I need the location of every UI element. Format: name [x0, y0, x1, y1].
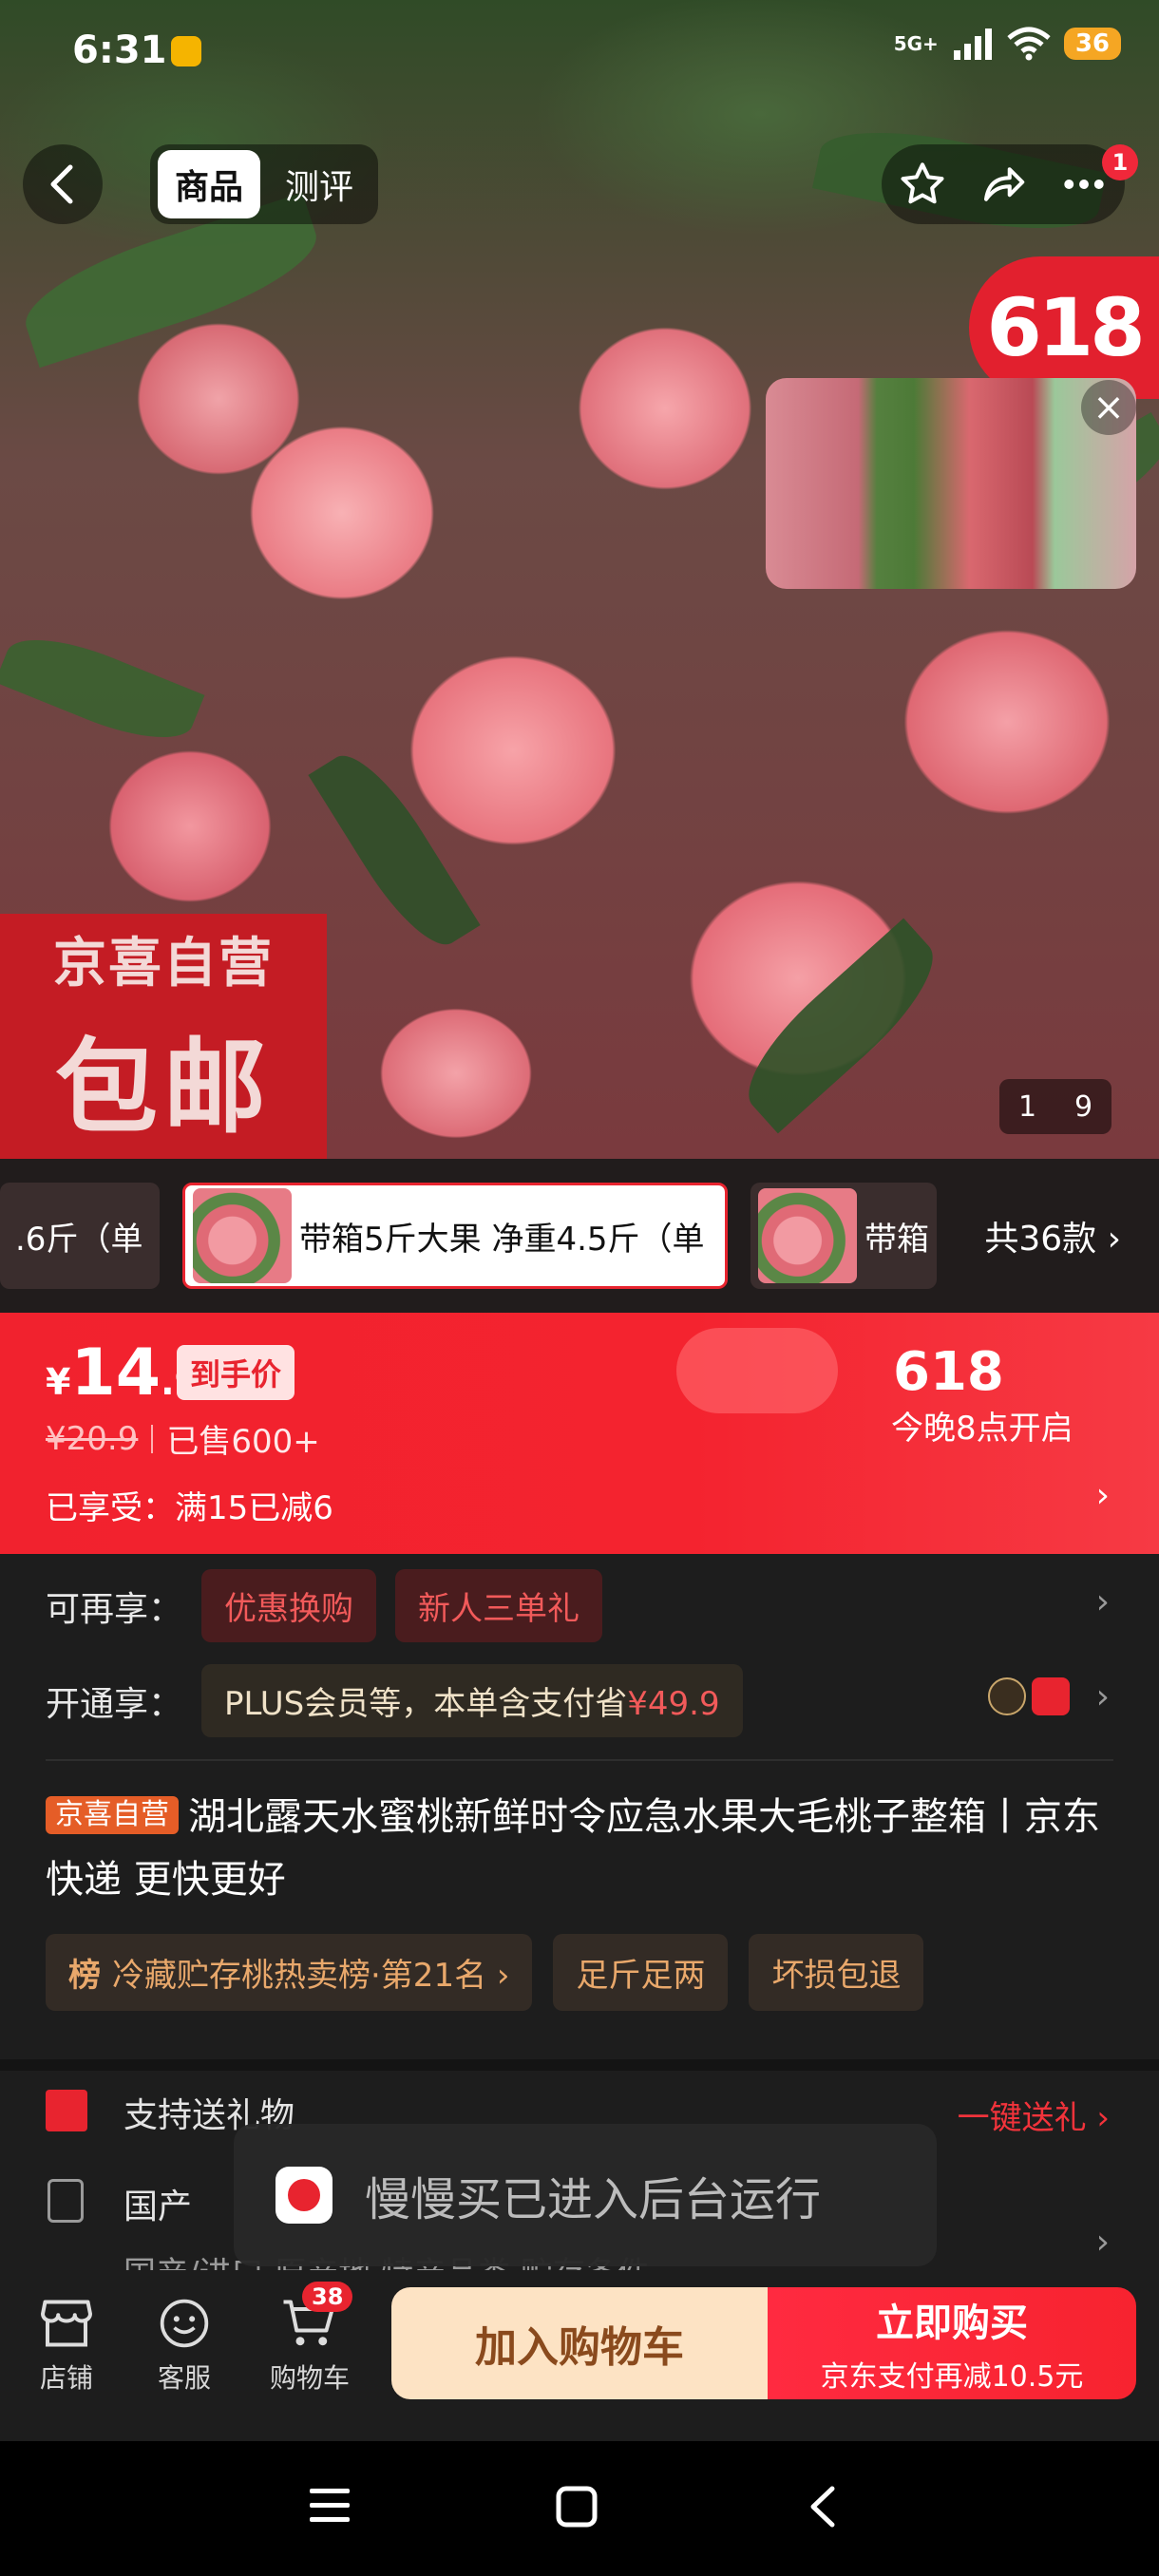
event-title: 618 [893, 1341, 1004, 1403]
cart-label: 购物车 [269, 2362, 350, 2394]
image-counter-current: 1 [1017, 1089, 1037, 1124]
original-price: ¥20.9 [46, 1419, 139, 1458]
back-icon[interactable] [804, 2483, 842, 2530]
chevron-right-icon: › [1095, 2223, 1110, 2262]
buy-now-button[interactable]: 立即购买 京东支付再减10.5元 [768, 2287, 1136, 2399]
stamp-line1: 京喜自营 [53, 932, 274, 994]
variant-option-selected[interactable]: 带箱5斤大果 净重4.5斤（单 [182, 1183, 728, 1289]
close-icon[interactable]: × [1081, 380, 1136, 435]
status-time: 6:31 [72, 28, 167, 72]
extra-offers-row[interactable]: 可再享： 优惠换购 新人三单礼 [46, 1569, 603, 1642]
tab-product[interactable]: 商品 [158, 150, 261, 218]
cart-button[interactable]: 购物车 [262, 2297, 357, 2396]
price-block[interactable]: ¥ 14 .9 到手价 ¥20.9 已售600+ 已享受：满15已减6 › 61… [0, 1313, 1159, 1554]
buy-now-sublabel: 京东支付再减10.5元 [820, 2360, 1084, 2394]
background-toast: 慢慢买已进入后台运行 [234, 2124, 937, 2266]
gift-icon [46, 2090, 87, 2131]
back-button[interactable] [23, 144, 103, 224]
image-counter-total: 9 [1074, 1089, 1093, 1124]
bottom-action-bar: 店铺 客服 购物车 38 加入购物车 立即购买 京东支付再减10.5元 [0, 2270, 1159, 2441]
divider [46, 1759, 1113, 1761]
status-indicators: 5G+ 36 [894, 27, 1121, 61]
final-price-tag: 到手价 [177, 1345, 295, 1400]
plus-crown-icon [988, 1677, 1026, 1715]
signal-icon [953, 28, 992, 60]
menu-icon[interactable] [306, 2485, 353, 2527]
nav-actions [882, 144, 1125, 224]
customer-service-label: 客服 [157, 2362, 211, 2394]
variant-label: .6斤（单 [15, 1220, 143, 1259]
discount-applied: 已享受：满15已减6 [46, 1489, 333, 1527]
customer-service-icon [160, 2299, 209, 2348]
status-bar: 6:31 5G+ 36 [0, 0, 1159, 104]
all-variants-link[interactable]: 共36款 › [984, 1211, 1159, 1260]
offer-pill[interactable]: 优惠换购 [201, 1569, 377, 1642]
share-icon[interactable] [978, 159, 1029, 210]
system-navigation-bar [0, 2441, 1159, 2576]
plus-offer-pill: PLUS会员等，本单含支付省¥49.9 [201, 1664, 743, 1737]
chevron-right-icon: › [1095, 1677, 1110, 1716]
stamp-line2: 包邮 [54, 1028, 272, 1147]
sold-count: 已售600+ [166, 1423, 320, 1461]
app-logo-icon [276, 2167, 332, 2224]
self-operated-tag: 京喜自营 [46, 1796, 179, 1834]
plus-offers-label: 开通享： [46, 1684, 183, 1724]
battery-level: 36 [1063, 28, 1121, 60]
product-title[interactable]: 京喜自营 湖北露天水蜜桃新鲜时令应急水果大毛桃子整箱丨京东快递 更快更好 [46, 1786, 1113, 1911]
rank-chip[interactable]: 榜冷藏贮存桃热卖榜·第21名 › [46, 1934, 533, 2011]
section-gap [0, 2059, 1159, 2071]
customer-service-button[interactable]: 客服 [137, 2297, 232, 2396]
tab-review[interactable]: 测评 [268, 150, 370, 218]
chevron-right-icon: › [1095, 1476, 1110, 1515]
variant-thumbnail [758, 1188, 857, 1283]
tag-chip[interactable]: 坏损包退 [749, 1934, 924, 2011]
add-to-cart-button[interactable]: 加入购物车 [391, 2287, 768, 2399]
store-button[interactable]: 店铺 [19, 2297, 114, 2396]
variant-strip: .6斤（单 带箱5斤大果 净重4.5斤（单 带箱 共36款 › [0, 1159, 1159, 1313]
origin-row[interactable]: 国产 [124, 2179, 192, 2228]
chevron-right-icon: › [1095, 1582, 1110, 1621]
origin-label: 国产 [124, 2188, 193, 2226]
plus-offers-row[interactable]: 开通享： PLUS会员等，本单含支付省¥49.9 [46, 1664, 743, 1737]
event-subtitle: 今晚8点开启 [891, 1410, 1074, 1448]
tab-switcher: 商品 测评 [150, 144, 379, 224]
offer-pill[interactable]: 新人三单礼 [395, 1569, 603, 1642]
toast-text: 慢慢买已进入后台运行 [365, 2173, 822, 2226]
home-icon[interactable] [553, 2483, 600, 2530]
variant-label: 带箱5斤大果 净重4.5斤（单 [299, 1220, 705, 1259]
variant-thumbnail [193, 1188, 292, 1283]
tag-chip[interactable]: 足斤足两 [553, 1934, 729, 2011]
cart-count-badge: 38 [302, 2282, 353, 2312]
back-arrow-icon [50, 164, 73, 204]
store-label: 店铺 [39, 2362, 93, 2394]
divider [151, 1424, 154, 1453]
mascot-decoration [676, 1328, 838, 1413]
free-shipping-stamp: 京喜自营 包邮 [0, 914, 327, 1159]
network-type: 5G+ [893, 32, 939, 55]
notification-badge: 1 [1102, 144, 1138, 180]
favorite-star-icon[interactable] [897, 159, 948, 210]
variant-option[interactable]: 带箱 [750, 1183, 937, 1289]
send-gift-link[interactable]: 一键送礼 › [958, 2092, 1110, 2138]
buy-now-label: 立即购买 [876, 2301, 1028, 2345]
document-icon [48, 2179, 84, 2223]
product-info: 可再享： 优惠换购 新人三单礼 › 开通享： PLUS会员等，本单含支付省¥49… [0, 1554, 1159, 2059]
extra-offers-label: 可再享： [46, 1589, 183, 1629]
store-icon [41, 2300, 92, 2347]
wifi-icon [1007, 27, 1051, 61]
variant-label: 带箱 [864, 1220, 929, 1259]
app-notification-icon [171, 36, 201, 66]
baitiao-icon [1032, 1677, 1070, 1715]
variant-option[interactable]: .6斤（单 [0, 1183, 160, 1289]
product-tags: 榜冷藏贮存桃热卖榜·第21名 › 足斤足两 坏损包退 [46, 1934, 924, 2011]
image-counter: 1 9 [999, 1079, 1112, 1134]
